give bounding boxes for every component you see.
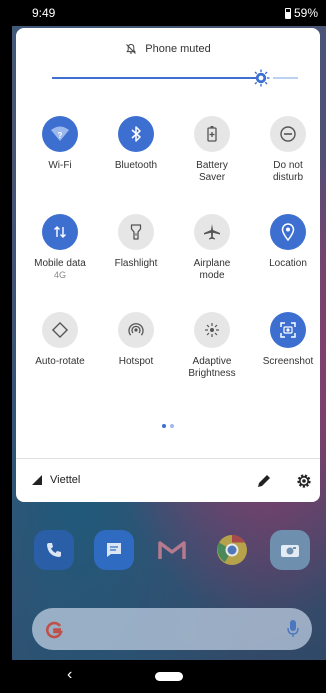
- auto-rotate-icon: [51, 321, 69, 339]
- gmail-icon: [158, 541, 186, 559]
- tile-screenshot-label: Screenshot: [262, 356, 314, 367]
- battery-indicator: 59%: [284, 6, 318, 20]
- airplane-icon: [204, 224, 220, 240]
- svg-text:?: ?: [58, 131, 63, 140]
- tile-do-not-disturb-label: Do not disturb: [272, 160, 303, 183]
- tile-hotspot-button[interactable]: [118, 312, 154, 348]
- navigation-bar: ‹: [12, 660, 326, 693]
- page-indicator: [16, 424, 320, 428]
- home-dock: [12, 530, 326, 574]
- do-not-disturb-icon: [280, 126, 296, 142]
- tile-wifi-button[interactable]: ?: [42, 116, 78, 152]
- tile-airplane-button[interactable]: [194, 214, 230, 250]
- tile-battery-saver-button[interactable]: [194, 116, 230, 152]
- wifi-icon: ?: [51, 126, 69, 141]
- location-icon: [281, 223, 295, 241]
- bluetooth-icon: [131, 126, 141, 142]
- tile-location-button[interactable]: [270, 214, 306, 250]
- home-pill-button[interactable]: [155, 672, 183, 681]
- mobile-data-icon: [54, 226, 66, 238]
- status-time: 9:49: [32, 6, 56, 20]
- flashlight-icon: [130, 224, 142, 240]
- muted-bell-icon: [126, 43, 137, 54]
- google-search-bar[interactable]: [32, 608, 312, 650]
- quick-settings-footer: Viettel: [16, 459, 320, 502]
- tile-location-label: Location: [269, 258, 307, 269]
- tile-battery-saver-label: Battery Saver: [196, 160, 228, 183]
- tile-auto-rotate-label: Auto-rotate: [35, 356, 85, 367]
- edit-pencil-icon[interactable]: [254, 471, 274, 491]
- tile-screenshot-button[interactable]: [270, 312, 306, 348]
- adaptive-brightness-icon: [205, 323, 219, 337]
- page-dot[interactable]: [162, 424, 166, 428]
- phone-app[interactable]: [34, 530, 74, 570]
- status-bar: 9:49 59%: [12, 0, 326, 26]
- tile-airplane[interactable]: Airplane mode: [174, 214, 250, 282]
- tile-flashlight-label: Flashlight: [114, 258, 158, 269]
- tile-adaptive-brightness-button[interactable]: [194, 312, 230, 348]
- tile-battery-saver[interactable]: Battery Saver: [174, 116, 250, 184]
- page-dot[interactable]: [170, 424, 174, 428]
- carrier-name: Viettel: [50, 474, 81, 486]
- battery-icon: [284, 7, 291, 19]
- tile-wifi[interactable]: ? Wi-Fi: [22, 116, 98, 172]
- tile-bluetooth-button[interactable]: [118, 116, 154, 152]
- brightness-track-fill: [52, 77, 261, 79]
- tile-bluetooth[interactable]: Bluetooth: [98, 116, 174, 172]
- tile-hotspot[interactable]: Hotspot: [98, 312, 174, 368]
- mic-icon[interactable]: [286, 618, 300, 640]
- chrome-icon: [217, 535, 247, 565]
- camera-app[interactable]: [270, 530, 310, 570]
- tile-mobile-data-button[interactable]: [42, 214, 78, 250]
- chrome-app[interactable]: [212, 530, 252, 570]
- tile-location[interactable]: Location: [250, 214, 326, 270]
- tile-flashlight[interactable]: Flashlight: [98, 214, 174, 270]
- tile-bluetooth-label: Bluetooth: [114, 160, 158, 171]
- back-chevron-icon[interactable]: ‹: [67, 666, 72, 684]
- quick-settings-panel: Phone muted ? Wi-Fi Bluetooth Battery Sa…: [16, 28, 320, 502]
- tile-do-not-disturb[interactable]: Do not disturb: [250, 116, 326, 184]
- tile-auto-rotate-button[interactable]: [42, 312, 78, 348]
- google-g-icon: [46, 621, 63, 639]
- tile-airplane-label: Airplane mode: [193, 258, 231, 281]
- gmail-app[interactable]: [152, 530, 192, 570]
- tile-screenshot[interactable]: Screenshot: [250, 312, 326, 368]
- tile-hotspot-label: Hotspot: [118, 356, 154, 367]
- tile-do-not-disturb-button[interactable]: [270, 116, 306, 152]
- tile-auto-rotate[interactable]: Auto-rotate: [22, 312, 98, 368]
- battery-percent: 59%: [293, 6, 318, 20]
- brightness-slider[interactable]: [52, 69, 298, 87]
- phone-muted-row[interactable]: Phone muted: [16, 40, 320, 58]
- tile-mobile-data-sub: 4G: [53, 270, 66, 280]
- tile-flashlight-button[interactable]: [118, 214, 154, 250]
- camera-icon: [281, 545, 299, 557]
- signal-icon: [32, 475, 42, 485]
- phone-screen: 9:49 59% Phone muted ? Wi-Fi Bluetooth B…: [12, 0, 326, 693]
- tile-adaptive-brightness[interactable]: Adaptive Brightness: [174, 312, 250, 380]
- messages-app[interactable]: [94, 530, 134, 570]
- phone-icon: [47, 543, 61, 557]
- messages-icon: [107, 543, 121, 557]
- carrier-info: Viettel: [32, 474, 80, 486]
- tile-mobile-data[interactable]: Mobile data 4G: [22, 214, 98, 281]
- tile-wifi-label: Wi-Fi: [48, 160, 72, 171]
- brightness-thumb-icon[interactable]: [252, 69, 270, 87]
- tile-adaptive-brightness-label: Adaptive Brightness: [188, 356, 236, 379]
- screenshot-icon: [280, 322, 296, 338]
- tile-mobile-data-label: Mobile data: [34, 258, 86, 269]
- brightness-track-rest: [273, 77, 298, 79]
- settings-gear-icon[interactable]: [294, 471, 314, 491]
- phone-muted-label: Phone muted: [145, 43, 211, 55]
- hotspot-icon: [128, 323, 144, 336]
- battery-saver-icon: [207, 126, 217, 142]
